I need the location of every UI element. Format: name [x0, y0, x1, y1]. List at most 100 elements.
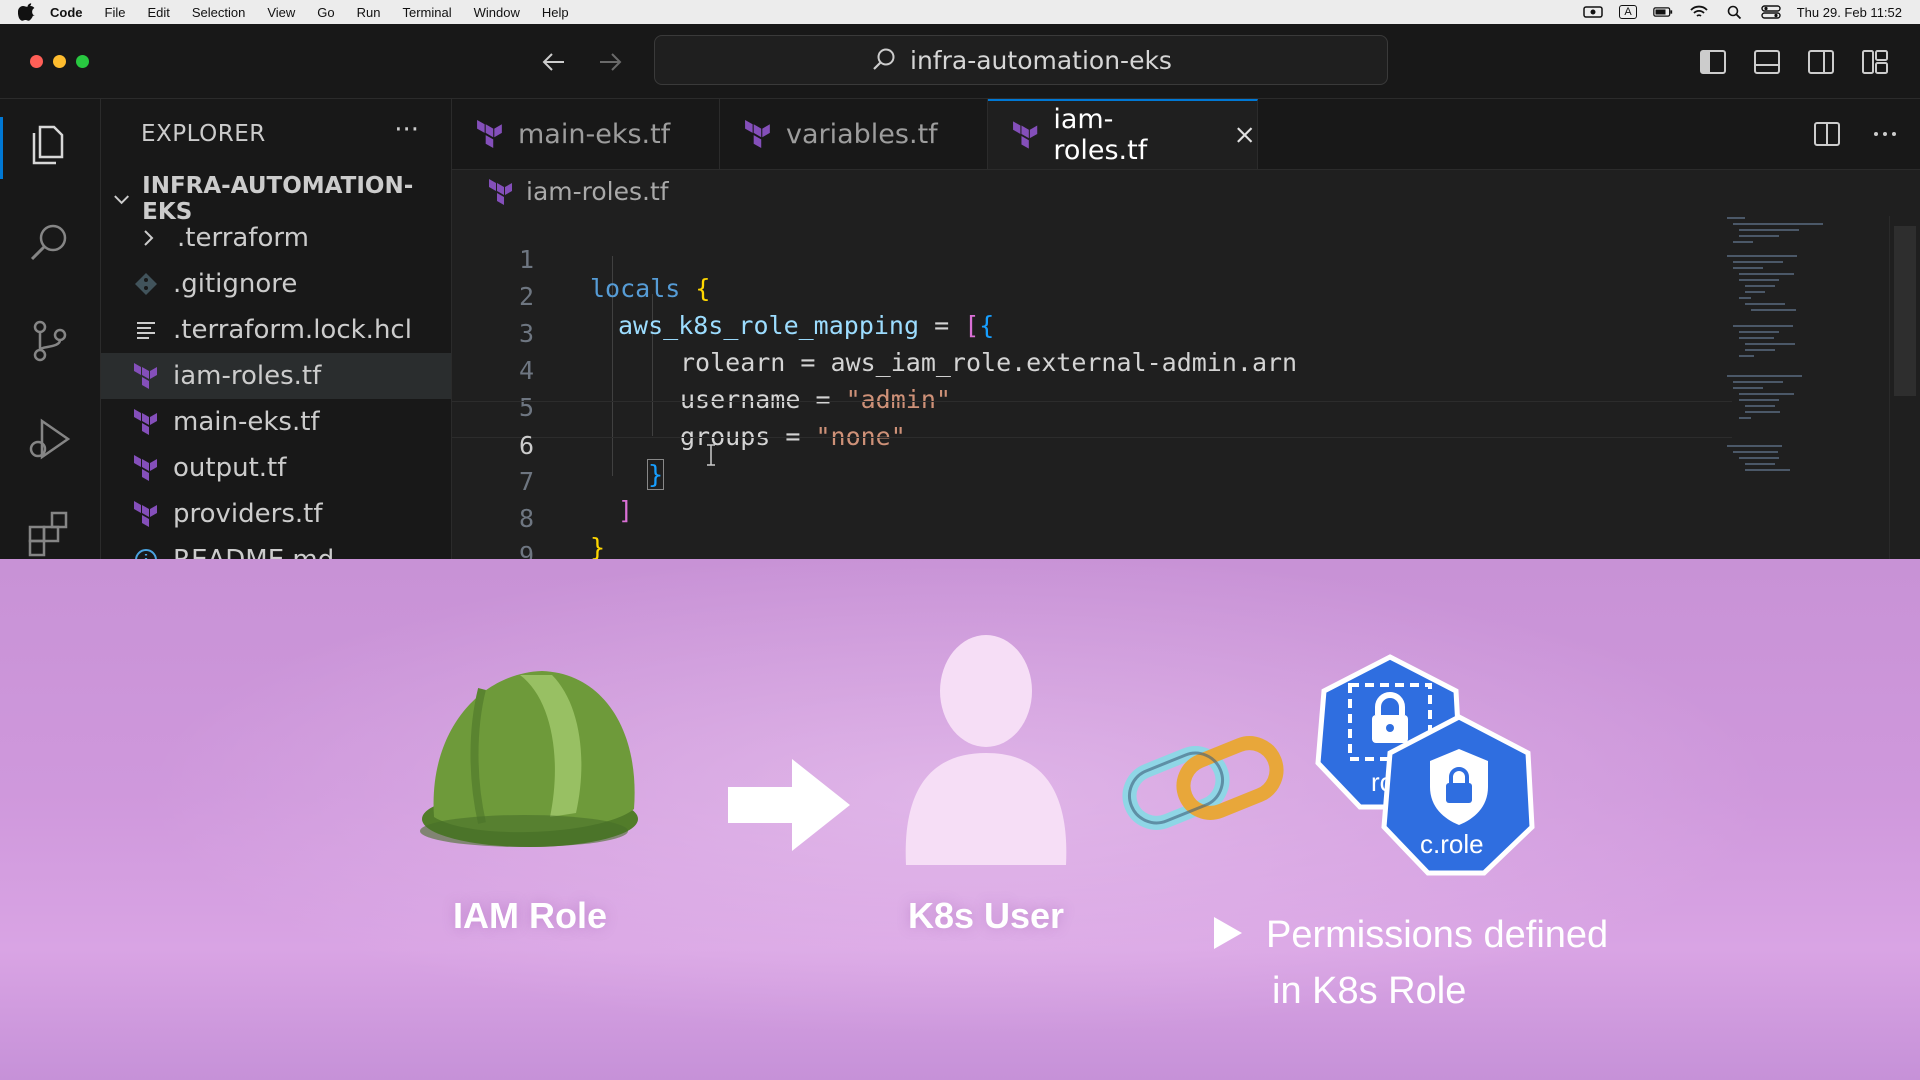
tree-item-label: main-eks.tf — [173, 407, 320, 437]
tree-item-providers[interactable]: providers.tf — [101, 491, 451, 537]
layout-controls — [1698, 47, 1890, 77]
command-center-search[interactable]: infra-automation-eks — [654, 35, 1388, 85]
code-line: 1 locals { — [452, 216, 1732, 303]
editor-actions — [1812, 119, 1900, 149]
tab-label: main-eks.tf — [518, 118, 671, 150]
tree-item-iam-roles[interactable]: iam-roles.tf — [101, 353, 451, 399]
menu-help[interactable]: Help — [542, 5, 569, 20]
menu-file[interactable]: File — [105, 5, 126, 20]
tree-item-label: output.tf — [173, 453, 287, 483]
code-line: 3 rolearn = aws_iam_role.external-admin.… — [452, 290, 1732, 377]
terraform-icon — [134, 409, 157, 435]
battery-icon[interactable] — [1652, 5, 1673, 19]
tree-item-label: .terraform.lock.hcl — [173, 315, 412, 345]
back-arrow-icon[interactable] — [540, 48, 568, 76]
scrollbar-thumb[interactable] — [1894, 226, 1916, 396]
explorer-more-actions-icon[interactable]: ··· — [394, 115, 419, 145]
tab-label: variables.tf — [786, 118, 938, 150]
screen-record-icon[interactable] — [1583, 5, 1604, 19]
clusterrole-hex-label: c.role — [1420, 829, 1484, 859]
terraform-icon — [134, 501, 157, 527]
menu-selection[interactable]: Selection — [192, 5, 245, 20]
code-line: 4 username = "admin" — [452, 327, 1732, 414]
chevron-down-icon — [114, 195, 129, 205]
more-actions-icon[interactable] — [1870, 119, 1900, 149]
tab-label: iam-roles.tf — [1053, 104, 1148, 166]
toggle-primary-sidebar-icon[interactable] — [1698, 47, 1728, 77]
run-and-debug-icon[interactable] — [24, 413, 76, 465]
chevron-right-icon — [144, 230, 154, 246]
apple-logo-icon[interactable] — [18, 3, 36, 21]
extensions-icon[interactable] — [24, 507, 76, 559]
explorer-files-icon[interactable] — [24, 119, 76, 171]
toggle-secondary-sidebar-icon[interactable] — [1806, 47, 1836, 77]
terraform-icon — [134, 455, 157, 481]
tab-iam-roles[interactable]: iam-roles.tf — [988, 99, 1258, 169]
search-icon — [873, 48, 895, 70]
forward-arrow-icon[interactable] — [596, 48, 624, 76]
customize-layout-icon[interactable] — [1860, 47, 1890, 77]
source-control-icon[interactable] — [24, 315, 76, 367]
tree-item-label: .terraform — [177, 223, 309, 253]
tree-item-label: iam-roles.tf — [173, 361, 322, 391]
menu-edit[interactable]: Edit — [147, 5, 169, 20]
code-line-current: 6 } — [452, 401, 1732, 490]
window-controls — [30, 55, 89, 68]
breadcrumb[interactable]: iam-roles.tf — [488, 177, 669, 206]
terraform-icon — [489, 178, 512, 205]
close-window-button[interactable] — [30, 55, 43, 68]
breadcrumb-file: iam-roles.tf — [526, 177, 669, 206]
tree-item-main-eks[interactable]: main-eks.tf — [101, 399, 451, 445]
code-line: 5 groups = "none" — [452, 364, 1732, 451]
menu-run[interactable]: Run — [357, 5, 381, 20]
tree-item-terraform-folder[interactable]: .terraform — [101, 215, 451, 261]
terraform-icon — [477, 120, 502, 148]
menu-view[interactable]: View — [267, 5, 295, 20]
split-editor-icon[interactable] — [1812, 119, 1842, 149]
code-line: 9 — [452, 512, 1732, 559]
menu-window[interactable]: Window — [474, 5, 520, 20]
tree-item-output[interactable]: output.tf — [101, 445, 451, 491]
wifi-icon[interactable] — [1689, 5, 1709, 19]
tree-item-label: README.md — [173, 545, 334, 559]
terraform-icon — [134, 363, 157, 389]
search-view-icon[interactable] — [24, 217, 76, 269]
right-arrow-icon — [728, 759, 850, 851]
menu-go[interactable]: Go — [317, 5, 334, 20]
input-source-indicator[interactable]: A — [1619, 5, 1637, 19]
tab-main-eks[interactable]: main-eks.tf — [452, 99, 720, 169]
tree-item-terraform-lock[interactable]: .terraform.lock.hcl — [101, 307, 451, 353]
minimap[interactable] — [1727, 216, 1837, 516]
menubar-clock[interactable]: Thu 29. Feb 11:52 — [1797, 5, 1902, 20]
link-chain-icon — [1122, 736, 1284, 830]
terraform-icon — [1013, 121, 1038, 149]
active-view-indicator — [0, 117, 3, 179]
command-center-label: infra-automation-eks — [910, 45, 1172, 75]
control-center-icon[interactable] — [1761, 5, 1781, 19]
macos-menu-bar: Code File Edit Selection View Go Run Ter… — [0, 0, 1920, 24]
hard-hat-icon — [420, 671, 638, 847]
text-cursor-icon — [707, 444, 715, 466]
explainer-overlay: IAM Role K8s User ro c.role Permissions … — [0, 559, 1920, 1080]
k8s-user-label: K8s User — [907, 895, 1065, 936]
lines-icon — [137, 322, 155, 339]
activity-bar — [0, 99, 101, 559]
code-line: 8 } — [452, 475, 1732, 559]
tab-variables[interactable]: variables.tf — [720, 99, 988, 169]
close-icon[interactable] — [1232, 122, 1257, 148]
minimize-window-button[interactable] — [53, 55, 66, 68]
tree-item-label: providers.tf — [173, 499, 323, 529]
spotlight-search-icon[interactable] — [1725, 5, 1745, 19]
tree-item-gitignore[interactable]: .gitignore — [101, 261, 451, 307]
menu-terminal[interactable]: Terminal — [403, 5, 452, 20]
permissions-line-1: Permissions defined — [1266, 914, 1609, 956]
zoom-window-button[interactable] — [76, 55, 89, 68]
tree-item-readme[interactable]: README.md — [101, 537, 451, 559]
editor-scrollbar[interactable] — [1889, 216, 1920, 559]
git-icon — [135, 273, 157, 295]
line-number: 9 — [518, 541, 534, 559]
menu-app-name[interactable]: Code — [50, 5, 83, 20]
iam-role-label: IAM Role — [452, 895, 607, 936]
toggle-panel-icon[interactable] — [1752, 47, 1782, 77]
code-line: 7 ] — [452, 438, 1732, 525]
